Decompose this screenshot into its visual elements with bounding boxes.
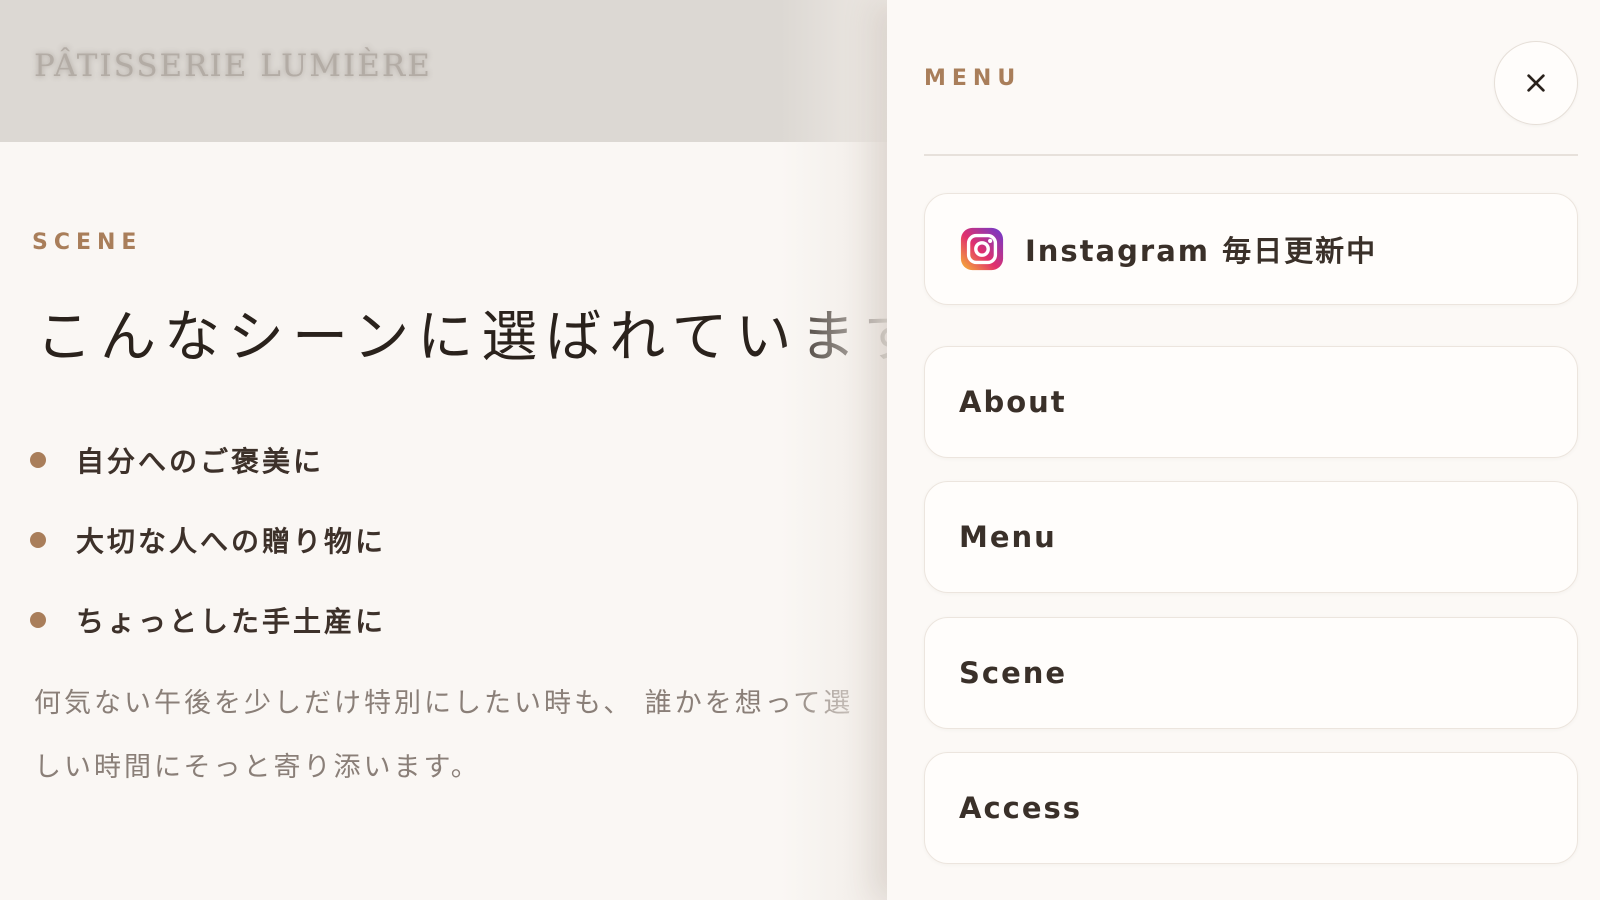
bullet-dot-icon [30, 532, 46, 548]
nav-item-about[interactable]: About [924, 346, 1578, 458]
section-eyebrow: SCENE [32, 230, 143, 255]
nav-item-label: Menu [959, 520, 1057, 554]
nav-item-label: Access [959, 791, 1083, 825]
bullet-dot-icon [30, 612, 46, 628]
page: PÂTISSERIE LUMIÈRE SCENE こんなシーンに選ばれています … [0, 0, 1600, 900]
list-item: 大切な人への贈り物に [30, 500, 386, 580]
list-item-label: 大切な人への贈り物に [76, 525, 387, 558]
nav-item-access[interactable]: Access [924, 752, 1578, 864]
drawer-edge-fade [780, 0, 888, 900]
close-icon [1527, 74, 1545, 92]
bullet-dot-icon [30, 452, 46, 468]
drawer-title: MENU [924, 66, 1022, 91]
list-item-label: 自分へのご褒美に [76, 445, 325, 478]
list-item-label: ちょっとした手土産に [76, 605, 387, 638]
list-item: ちょっとした手土産に [30, 580, 386, 660]
list-item: 自分へのご褒美に [30, 420, 386, 500]
scene-list: 自分へのご褒美に 大切な人への贈り物に ちょっとした手土産に [30, 420, 386, 660]
drawer-divider [924, 154, 1578, 156]
nav-item-scene[interactable]: Scene [924, 617, 1578, 729]
close-button[interactable] [1494, 41, 1578, 125]
nav-item-label: About [959, 385, 1067, 419]
instagram-icon [960, 227, 1004, 271]
nav-item-label: Scene [959, 656, 1068, 690]
menu-drawer: MENU Instagram 毎日更新中 About Menu Scene Ac… [887, 0, 1600, 900]
instagram-label: Instagram 毎日更新中 [1025, 234, 1378, 268]
nav-item-menu[interactable]: Menu [924, 481, 1578, 593]
brand-logo[interactable]: PÂTISSERIE LUMIÈRE [34, 48, 432, 84]
instagram-link[interactable]: Instagram 毎日更新中 [924, 193, 1578, 305]
